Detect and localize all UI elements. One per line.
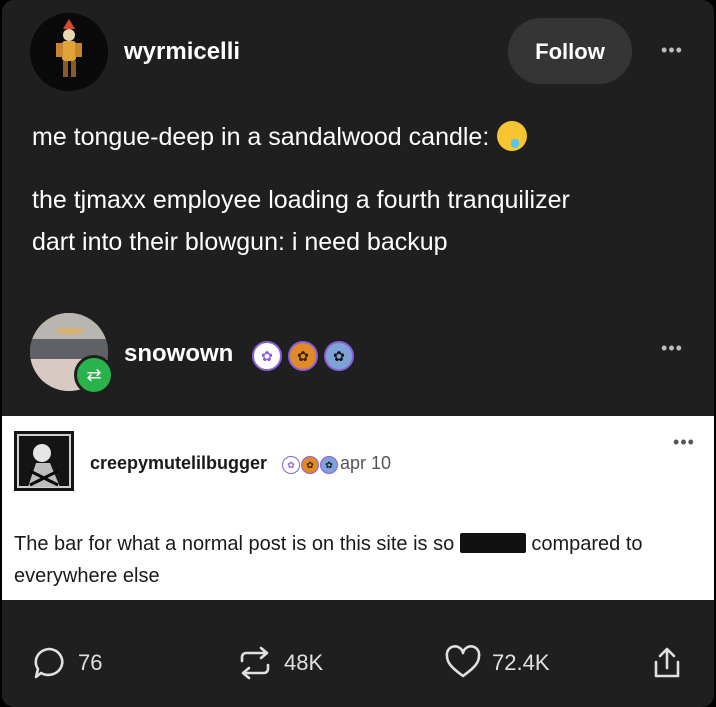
redacted-word	[459, 533, 526, 553]
drooling-face-icon	[497, 121, 528, 151]
likes-count: 72.4K	[492, 650, 550, 675]
post-line-1-text: me tongue-deep in a sandalwood candle:	[32, 123, 490, 151]
reblogger-username[interactable]: snowown	[124, 340, 233, 368]
quoted-post: creepymutelilbugger ✿ ✿ ✿ apr 10 ••• The…	[2, 416, 714, 600]
paw-badge-icon: ✿	[324, 341, 354, 371]
quoted-text-line-2: everywhere else	[14, 565, 160, 587]
reblog-more-button[interactable]: •••	[652, 338, 692, 358]
quoted-text-end: compared to	[531, 533, 643, 555]
paw-badge-icon: ✿	[288, 341, 318, 371]
quoted-text-start: The bar for what a normal post is on thi…	[14, 533, 455, 555]
paw-badge-icon: ✿	[301, 456, 319, 474]
share-button[interactable]	[650, 645, 694, 681]
username[interactable]: wyrmicelli	[124, 38, 240, 66]
replies-count: 76	[78, 650, 103, 675]
post-line-2: the tjmaxx employee loading a fourth tra…	[32, 186, 570, 214]
reblogs-button[interactable]: 48K	[236, 645, 323, 681]
heart-icon	[445, 645, 481, 678]
post-line-1: me tongue-deep in a sandalwood candle:	[32, 118, 528, 156]
follow-button[interactable]: Follow	[508, 18, 632, 84]
comment-icon	[34, 647, 64, 679]
quoted-username[interactable]: creepymutelilbugger	[90, 453, 267, 474]
quoted-text: The bar for what a normal post is on thi…	[14, 528, 704, 592]
quoted-avatar[interactable]	[14, 431, 74, 491]
quoted-more-button[interactable]: •••	[664, 432, 704, 452]
avatar[interactable]	[30, 13, 108, 91]
reblog-icon: ⇄	[74, 355, 114, 395]
paw-badge-icon: ✿	[282, 456, 300, 474]
quoted-date: apr 10	[340, 453, 392, 473]
paw-badge-icon: ✿	[320, 456, 338, 474]
likes-button[interactable]: 72.4K	[444, 645, 550, 681]
more-options-button[interactable]: •••	[652, 40, 692, 60]
reblog-icon	[240, 646, 270, 680]
replies-button[interactable]: 76	[32, 645, 102, 681]
post-line-3: dart into their blowgun: i need backup	[32, 228, 448, 256]
paw-badge-icon: ✿	[252, 341, 282, 371]
reblogs-count: 48K	[284, 650, 324, 675]
post-card: wyrmicelli Follow ••• me tongue-deep in …	[2, 0, 714, 707]
share-icon	[654, 647, 680, 678]
